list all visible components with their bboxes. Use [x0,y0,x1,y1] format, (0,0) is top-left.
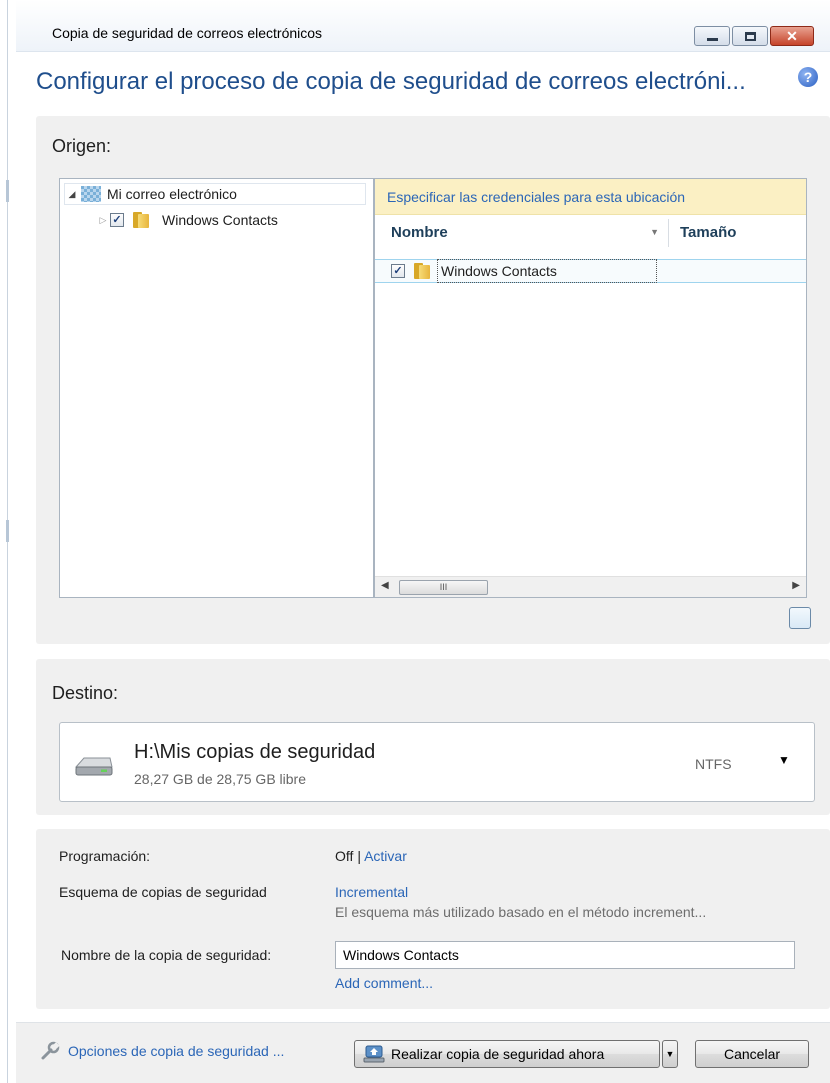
free-space: 28,27 GB de 28,75 GB libre [134,771,306,787]
scheme-label: Esquema de copias de seguridad [59,884,267,900]
wrench-icon [41,1041,60,1060]
collapse-arrow-icon[interactable]: ▷ [96,215,110,226]
maximize-icon [744,31,756,41]
schedule-status: Off [335,848,354,864]
window-controls: ✕ [694,26,814,46]
filesystem-label: NTFS [695,756,732,772]
help-icon[interactable]: ? [798,67,818,87]
tree-item-label: Mi correo electrónico [107,186,237,202]
destination-section: Destino: H:\Mis copias de seguridad 28,2… [36,659,830,815]
hard-drive-icon [74,757,113,776]
destination-path: H:\Mis copias de seguridad [134,741,376,763]
credentials-link[interactable]: Especificar las credenciales para esta u… [375,179,806,215]
schedule-label: Programación: [59,848,151,864]
list-item[interactable]: ✓ Windows Contacts [375,259,806,283]
scroll-left-icon[interactable]: ◀ [381,580,389,591]
backup-now-button[interactable]: Realizar copia de seguridad ahora [354,1040,660,1068]
source-tree[interactable]: ◢ Mi correo electrónico ▷ ✓ Windows Cont… [59,178,374,598]
list-item-name: Windows Contacts [437,259,657,283]
backup-now-icon [363,1045,385,1063]
cancel-button[interactable]: Cancelar [695,1040,809,1068]
scheme-link[interactable]: Incremental [335,884,408,900]
activate-link[interactable]: Activar [364,848,407,864]
dropdown-arrow-icon[interactable]: ▼ [778,753,790,767]
window-title: Copia de seguridad de correos electrónic… [52,25,323,41]
backup-options-label: Opciones de copia de seguridad ... [68,1043,285,1059]
column-divider[interactable] [668,219,669,247]
backup-name-label: Nombre de la copia de seguridad: [61,947,272,963]
scroll-right-icon[interactable]: ▶ [792,580,800,591]
add-comment-link[interactable]: Add comment... [335,975,433,991]
origin-label: Origen: [52,136,112,156]
tree-item-label: Windows Contacts [162,212,278,228]
scroll-thumb[interactable]: III [399,580,488,595]
sort-arrow-icon: ▼ [650,227,659,237]
chevron-down-icon: ▼ [665,1049,675,1059]
windows-contacts-checkbox[interactable]: ✓ [110,213,124,227]
email-grid-icon [81,186,101,202]
small-action-button[interactable] [789,607,811,629]
backup-dialog: Copia de seguridad de correos electrónic… [16,0,830,1083]
expand-arrow-icon[interactable]: ◢ [65,189,79,200]
minimize-button[interactable] [694,26,730,46]
backup-options-link[interactable]: Opciones de copia de seguridad ... [40,1041,284,1061]
maximize-button[interactable] [732,26,768,46]
column-header-name[interactable]: Nombre ▼ [391,217,669,249]
backup-now-dropdown[interactable]: ▼ [662,1040,678,1068]
schedule-value: Off | Activar [335,848,407,864]
origin-section: Origen: ◢ Mi correo electrónico ▷ ✓ Wind… [36,116,830,644]
horizontal-scrollbar[interactable]: ◀ III ▶ [375,576,806,597]
backup-now-label: Realizar copia de seguridad ahora [391,1046,605,1062]
dialog-footer: Opciones de copia de seguridad ... Reali… [16,1022,830,1083]
tree-item-my-email[interactable]: ◢ Mi correo electrónico [64,183,366,205]
background-window-edge [0,0,16,1083]
content-list[interactable]: Especificar las credenciales para esta u… [374,178,807,598]
folder-icon [132,211,150,229]
row-checkbox[interactable]: ✓ [391,264,405,278]
close-icon: ✕ [786,28,798,44]
close-button[interactable]: ✕ [770,26,814,46]
tree-item-windows-contacts[interactable]: ▷ ✓ Windows Contacts [96,209,278,231]
settings-section: Programación: Off | Activar Esquema de c… [36,829,830,1009]
destination-selector[interactable]: H:\Mis copias de seguridad 28,27 GB de 2… [59,722,815,802]
page-title: Configurar el proceso de copia de seguri… [36,68,746,95]
destination-label: Destino: [52,683,119,703]
title-bar[interactable]: Copia de seguridad de correos electrónic… [16,0,830,52]
backup-name-input[interactable] [335,941,795,969]
folder-icon [413,262,431,280]
scheme-description: El esquema más utilizado basado en el mé… [335,904,707,920]
schedule-separator: | [357,848,361,864]
minimize-icon [706,37,718,41]
